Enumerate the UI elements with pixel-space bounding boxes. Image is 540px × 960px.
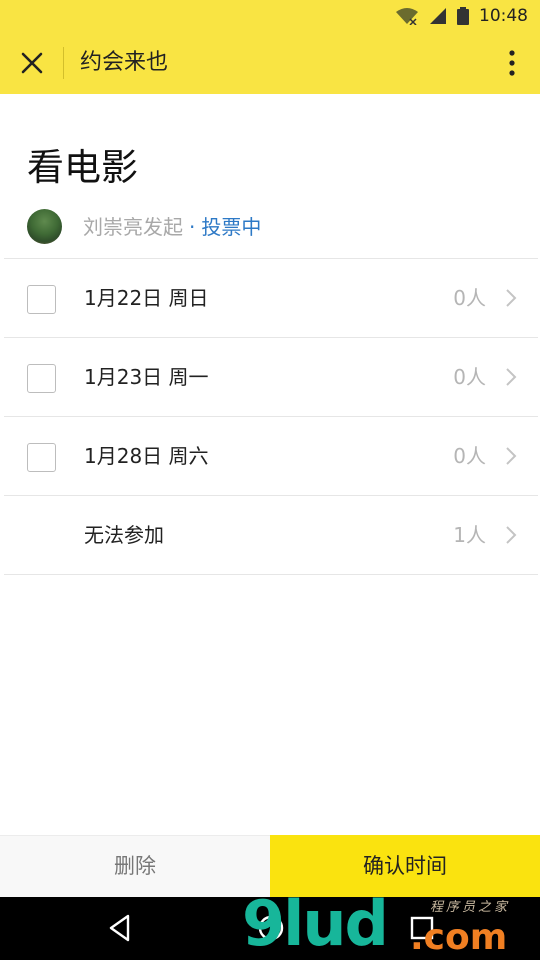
close-button[interactable] [14, 46, 50, 80]
chevron-right-icon [506, 368, 517, 386]
option-row-cannot-attend[interactable]: 无法参加 1人 [0, 496, 540, 574]
vote-status: 投票中 [201, 215, 262, 239]
option-row[interactable]: 1月22日 周日 0人 [0, 259, 540, 337]
recent-apps-icon[interactable] [409, 914, 435, 942]
status-icons: 10:48 [395, 0, 528, 32]
chevron-right-icon [506, 526, 517, 544]
app-bar-divider [63, 47, 64, 79]
separator-dot: · [189, 215, 196, 239]
status-bar: 10:48 [0, 0, 540, 32]
battery-icon [457, 7, 469, 25]
close-icon [21, 52, 43, 74]
option-checkbox[interactable] [27, 364, 56, 393]
home-icon[interactable] [256, 913, 286, 943]
option-label: 无法参加 [84, 523, 164, 547]
back-icon[interactable] [106, 913, 134, 943]
option-row[interactable]: 1月28日 周六 0人 [0, 417, 540, 495]
option-label: 1月28日 周六 [84, 444, 209, 468]
delete-button[interactable]: 删除 [0, 835, 270, 897]
confirm-time-button[interactable]: 确认时间 [270, 835, 540, 897]
wifi-icon [396, 8, 418, 25]
option-count: 0人 [453, 365, 486, 389]
option-checkbox[interactable] [27, 285, 56, 314]
organizer-name: 刘崇亮发起 [83, 215, 183, 239]
app-bar: 约会来也 [0, 32, 540, 94]
chevron-right-icon [506, 447, 517, 465]
option-count: 0人 [453, 444, 486, 468]
organizer-line: 刘崇亮发起 · 投票中 [83, 212, 261, 242]
status-time: 10:48 [479, 6, 528, 26]
app-title: 约会来也 [80, 50, 169, 75]
event-title: 看电影 [27, 146, 138, 189]
option-label: 1月23日 周一 [84, 365, 209, 389]
chevron-right-icon [506, 289, 517, 307]
signal-icon [430, 8, 446, 24]
more-menu-button[interactable] [500, 46, 524, 80]
system-nav-bar [0, 897, 540, 960]
option-count: 1人 [453, 523, 486, 547]
more-vertical-icon [509, 50, 515, 76]
option-checkbox[interactable] [27, 443, 56, 472]
option-row[interactable]: 1月23日 周一 0人 [0, 338, 540, 416]
bottom-action-bar: 删除 确认时间 [0, 835, 540, 897]
option-label: 1月22日 周日 [84, 286, 209, 310]
option-count: 0人 [453, 286, 486, 310]
list-divider [4, 574, 538, 575]
avatar[interactable] [27, 209, 62, 244]
